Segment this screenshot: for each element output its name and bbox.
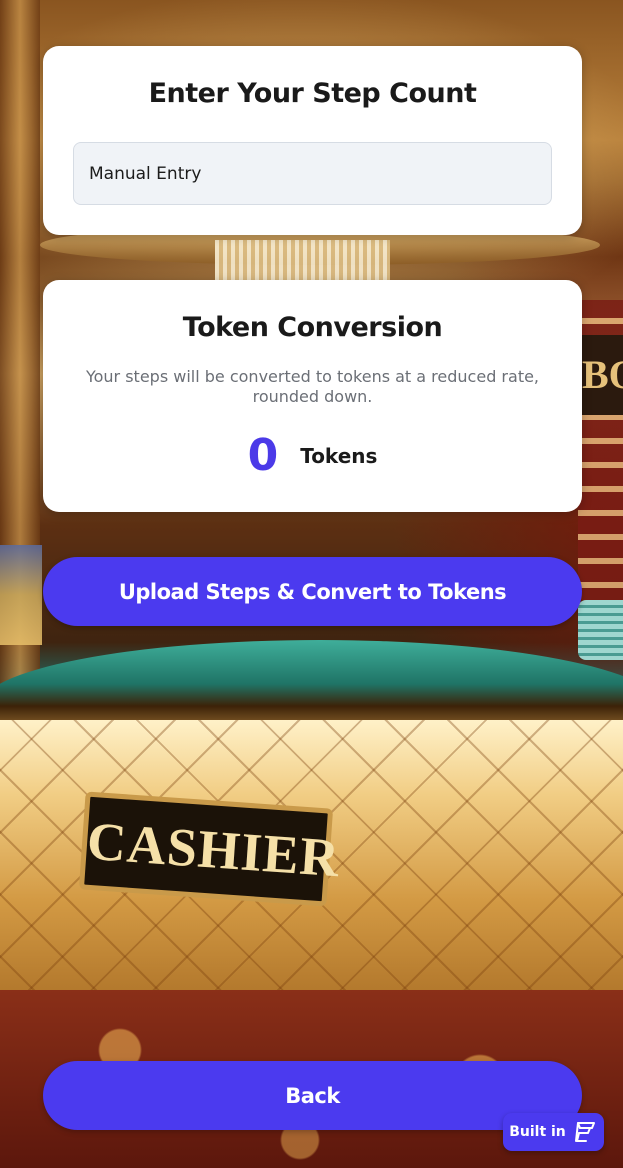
- token-conversion-card: Token Conversion Your steps will be conv…: [43, 280, 582, 512]
- builder-logo-icon: [572, 1119, 598, 1145]
- background-slot-machine: [0, 545, 42, 645]
- token-conversion-title: Token Conversion: [182, 312, 443, 343]
- step-input-wrapper: [73, 142, 552, 205]
- step-count-title: Enter Your Step Count: [148, 78, 477, 109]
- built-in-label: Built in: [509, 1124, 566, 1140]
- background-partial-sign: BO: [578, 335, 623, 415]
- built-in-badge[interactable]: Built in: [503, 1113, 604, 1151]
- token-count: 0: [247, 430, 279, 481]
- upload-convert-button[interactable]: Upload Steps & Convert to Tokens: [43, 557, 582, 626]
- back-button[interactable]: Back: [43, 1061, 582, 1130]
- step-count-input[interactable]: [73, 142, 552, 205]
- background-chip-stack: [578, 600, 623, 660]
- background-cashier-sign: CASHIER: [78, 791, 342, 907]
- token-conversion-description: Your steps will be converted to tokens a…: [85, 367, 540, 406]
- token-result: 0 Tokens: [43, 430, 582, 481]
- step-count-card: Enter Your Step Count: [43, 46, 582, 235]
- token-label: Tokens: [300, 443, 378, 468]
